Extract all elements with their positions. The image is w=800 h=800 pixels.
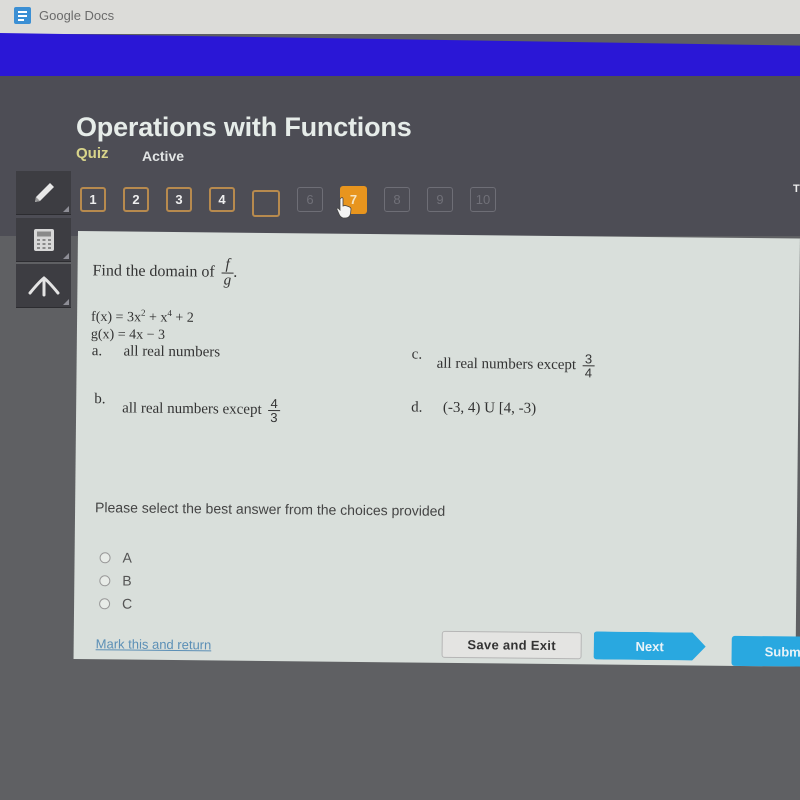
f-def-part: + x <box>145 310 168 326</box>
choice-body: all real numbers except 4 3 <box>122 395 280 426</box>
google-docs-icon <box>14 7 31 24</box>
activity-type-label: Quiz <box>76 145 109 162</box>
browser-tab[interactable]: Google Docs <box>14 7 114 24</box>
choice-letter: b. <box>94 391 106 408</box>
tool-menu-corner <box>63 253 69 259</box>
choice-c: c. all real numbers except 3 4 <box>411 346 595 380</box>
choice-letter: c. <box>411 346 423 363</box>
question-panel: Find the domain of f g . f(x) = 3x2 + x4… <box>73 231 800 667</box>
calculator-tool-button[interactable] <box>16 218 71 262</box>
radio-button[interactable] <box>99 574 111 586</box>
question-nav-6[interactable]: 6 <box>297 187 323 212</box>
option-label[interactable]: C <box>122 595 132 611</box>
arrow-tool-button[interactable] <box>16 264 71 308</box>
answer-option-b[interactable]: B <box>99 572 132 589</box>
question-navigation: 1 2 3 4 6 7 8 9 10 <box>80 182 513 217</box>
fraction-denominator: 3 <box>268 410 280 426</box>
choice-letter: d. <box>411 399 423 416</box>
prompt-period: . <box>233 263 238 281</box>
truncated-header-text: T <box>793 183 800 195</box>
fraction-denominator: g <box>221 272 234 289</box>
next-button[interactable]: Next <box>594 631 706 660</box>
answer-instruction: Please select the best answer from the c… <box>95 499 446 519</box>
tab-title: Google Docs <box>39 8 115 23</box>
fraction-numerator: 4 <box>270 396 278 412</box>
question-nav-8[interactable]: 8 <box>384 187 410 212</box>
f-definition: f(x) = 3x2 + x4 + 2 <box>91 304 194 327</box>
answer-option-a[interactable]: A <box>99 549 132 566</box>
question-nav-2[interactable]: 2 <box>123 187 149 212</box>
question-prompt: Find the domain of f g . <box>92 256 237 289</box>
question-nav-10[interactable]: 10 <box>470 187 496 212</box>
arrow-up-icon <box>28 275 59 296</box>
option-label[interactable]: A <box>122 549 132 565</box>
choice-text: (-3, 4) U [4, -3) <box>442 399 537 417</box>
answer-option-c[interactable]: C <box>99 595 132 612</box>
question-nav-3[interactable]: 3 <box>166 187 192 212</box>
submit-button[interactable]: Submit <box>731 635 800 667</box>
choice-text: all real numbers <box>123 343 221 361</box>
status-label: Active <box>142 148 185 164</box>
radio-button[interactable] <box>99 597 111 609</box>
browser-tab-strip: Google Docs <box>0 0 800 34</box>
choice-d: d. (-3, 4) U [4, -3) <box>411 399 536 417</box>
question-nav-5[interactable] <box>252 190 280 217</box>
save-and-exit-button[interactable]: Save and Exit <box>441 630 582 660</box>
function-definitions: f(x) = 3x2 + x4 + 2 g(x) = 4x − 3 <box>91 304 194 344</box>
prompt-text: Find the domain of <box>92 262 215 281</box>
calculator-icon <box>33 228 54 251</box>
fraction-numerator: 3 <box>584 351 593 367</box>
choice-b: b. all real numbers except 4 3 <box>94 391 280 425</box>
g-definition: g(x) = 4x − 3 <box>90 326 166 343</box>
question-nav-1[interactable]: 1 <box>80 187 106 212</box>
choice-body: all real numbers except 3 4 <box>436 351 595 381</box>
tool-menu-corner <box>63 299 69 305</box>
f-def-part: + 2 <box>171 310 194 326</box>
hand-cursor-icon <box>336 197 352 219</box>
pencil-tool-button[interactable] <box>16 171 71 215</box>
pencil-icon <box>34 182 54 202</box>
choice-fraction: 3 4 <box>582 351 595 381</box>
radio-button[interactable] <box>99 551 111 563</box>
f-def-part: f(x) = 3x <box>91 309 142 326</box>
choice-text: all real numbers except <box>436 355 577 374</box>
fraction-numerator: f <box>225 256 230 273</box>
question-nav-4[interactable]: 4 <box>209 187 235 212</box>
choice-letter: a. <box>91 343 103 360</box>
question-nav-9[interactable]: 9 <box>427 187 453 212</box>
mark-and-return-link[interactable]: Mark this and return <box>96 636 212 652</box>
page-title: Operations with Functions <box>76 112 412 142</box>
choice-fraction: 4 3 <box>268 396 280 426</box>
tool-menu-corner <box>63 206 69 212</box>
option-label[interactable]: B <box>122 572 132 588</box>
choice-a: a. all real numbers <box>92 343 221 361</box>
fraction-denominator: 4 <box>582 365 595 381</box>
choice-text: all real numbers except <box>122 400 262 418</box>
f-over-g-fraction: f g <box>221 256 234 289</box>
